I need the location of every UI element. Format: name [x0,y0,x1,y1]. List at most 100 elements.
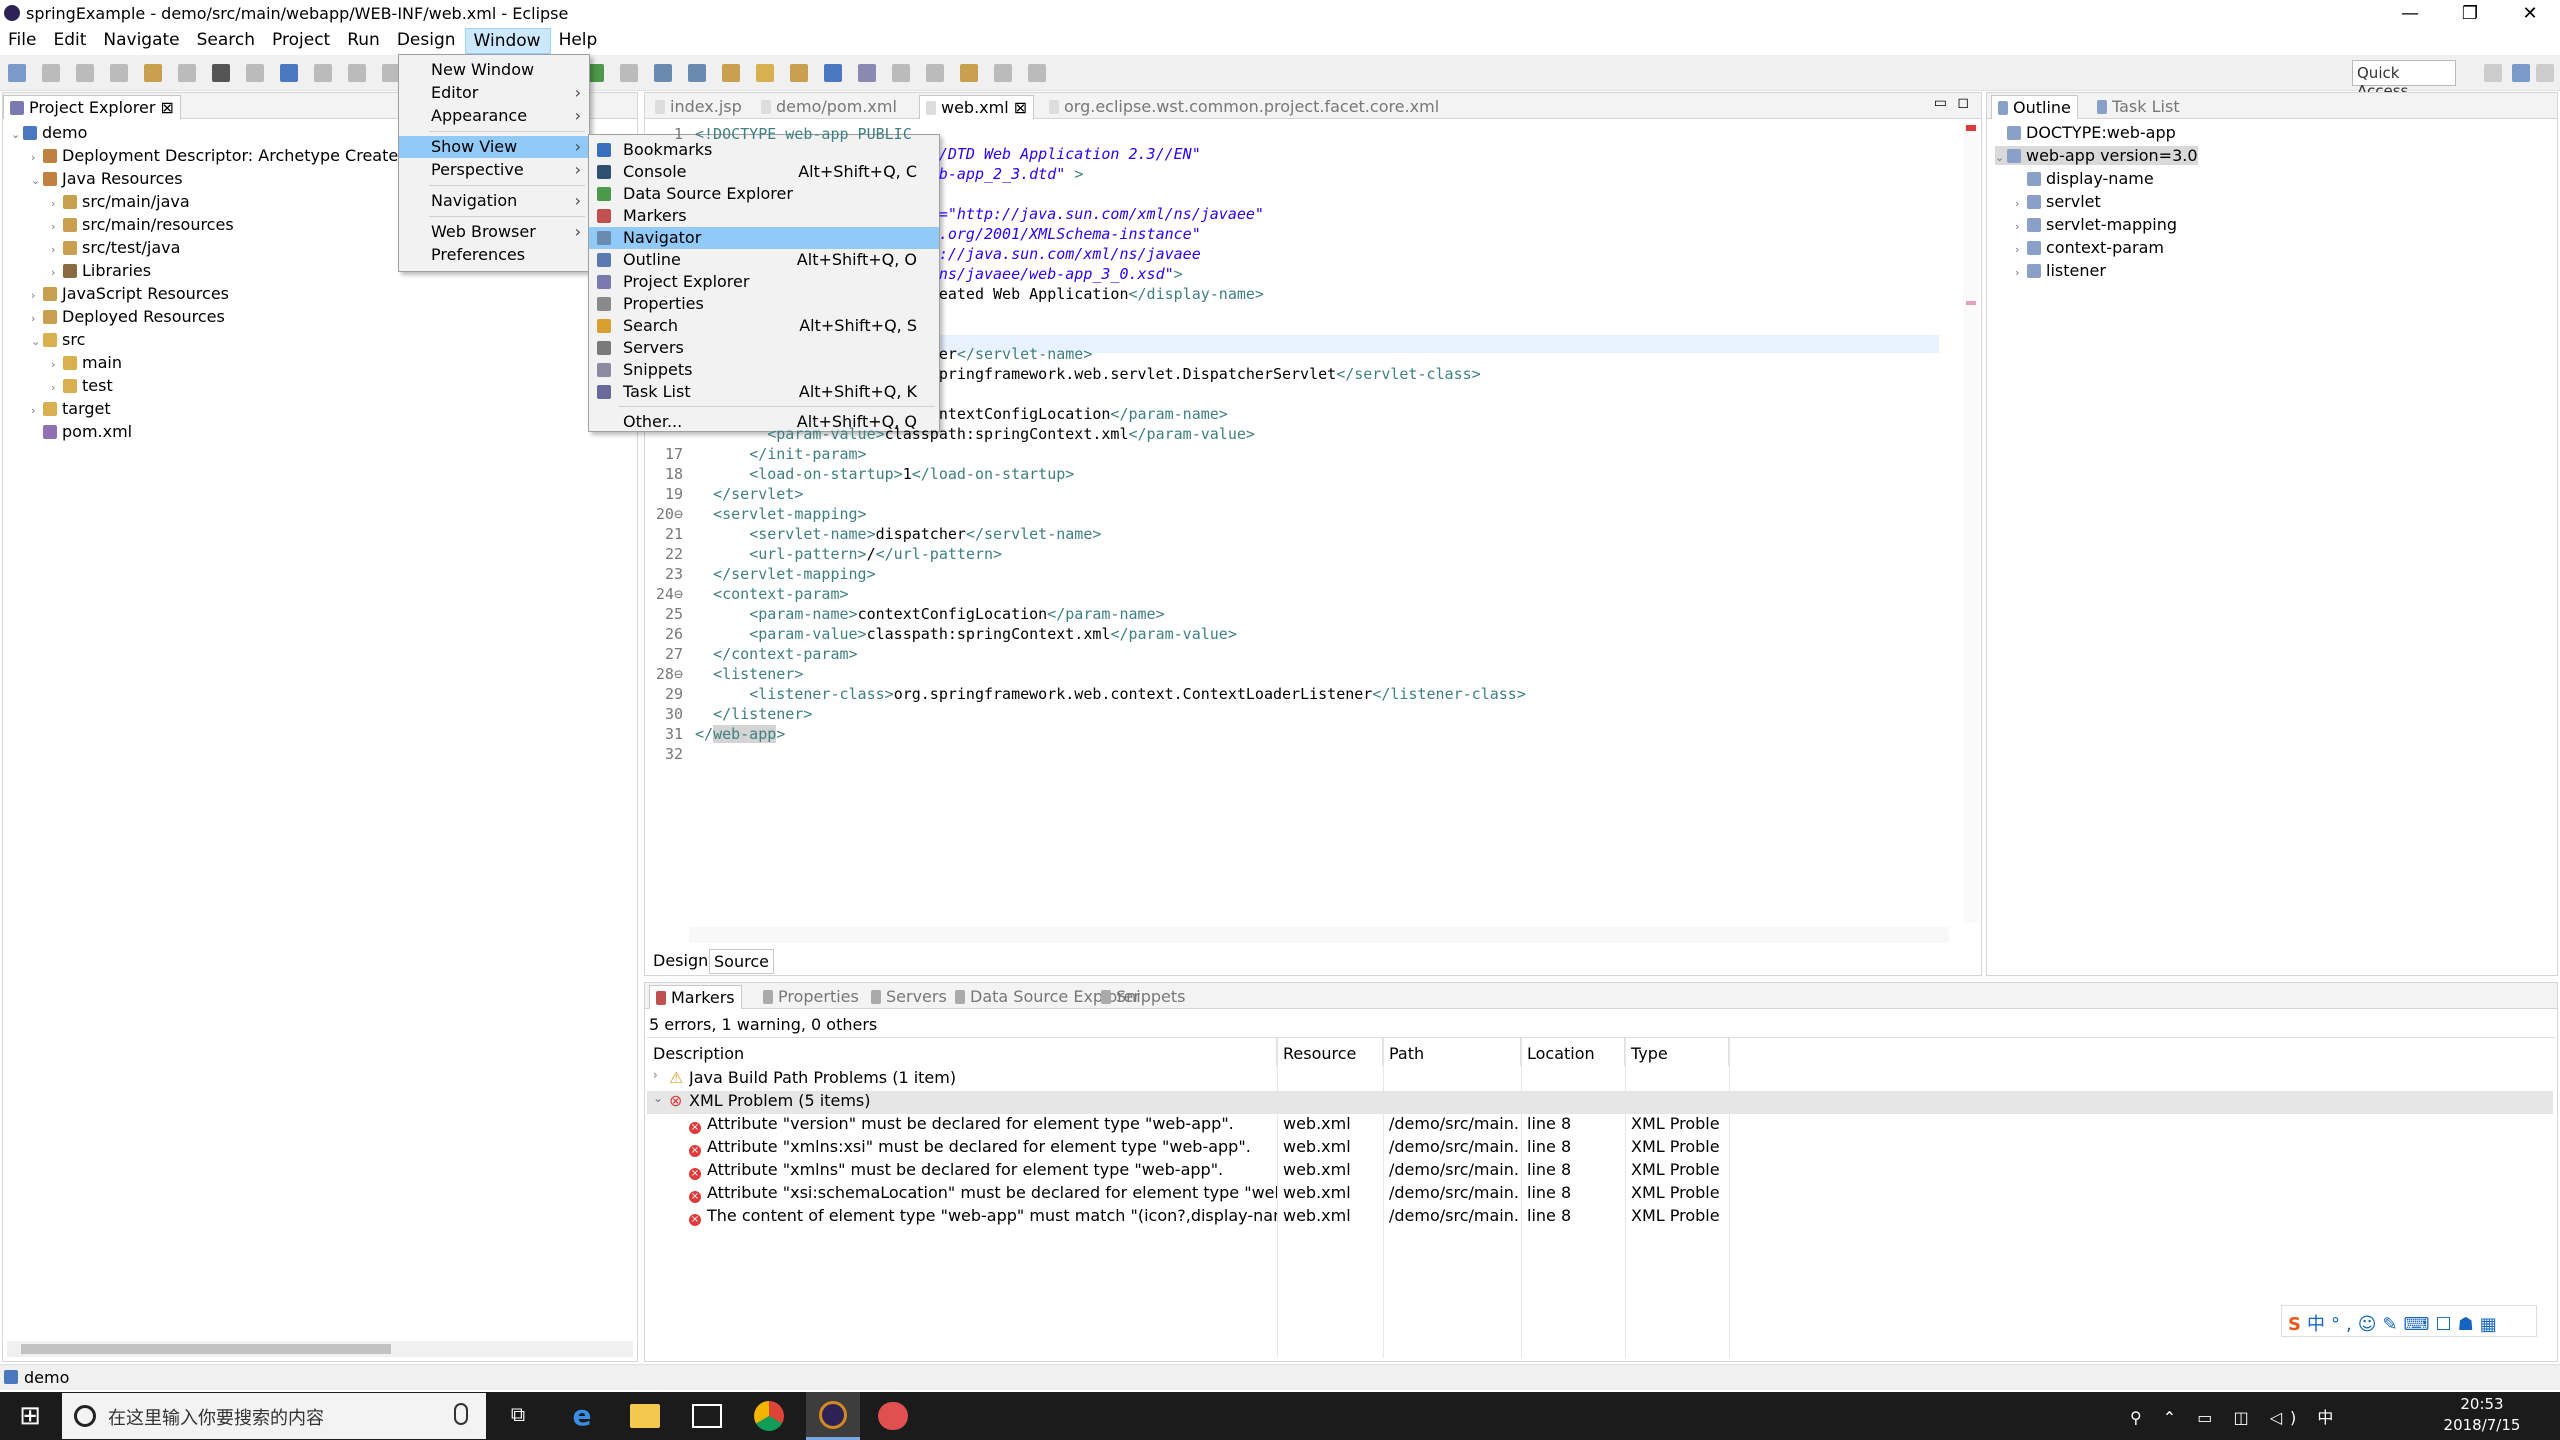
editor-tab[interactable]: org.eclipse.wst.common.project.facet.cor… [1043,95,1445,119]
expand-icon[interactable]: › [31,289,43,302]
menu-item-show-view[interactable]: Show View › [399,136,589,158]
toolbar-button-icon[interactable] [756,64,774,82]
expand-icon[interactable]: › [51,266,63,279]
perspective-icon[interactable] [2536,64,2554,82]
tree-item[interactable]: ⌄ src [31,330,85,349]
column-header[interactable]: Description [647,1038,1277,1066]
editor-tab[interactable]: demo/pom.xml [755,95,903,119]
tree-item[interactable]: › context-param [2015,238,2164,257]
toolbar-button-icon[interactable] [178,64,196,82]
editor-tab[interactable]: web.xml ⊠ [919,95,1035,119]
outline-tab[interactable]: Task List [2091,95,2186,119]
ime-toolbar[interactable]: S中°,☺✎⌨☐☗▦ [2281,1305,2537,1337]
maximize-button[interactable]: ❐ [2440,0,2500,28]
tree-item[interactable]: › JavaScript Resources [31,284,229,303]
start-button[interactable]: ⊞ [0,1392,60,1440]
mail-icon[interactable] [692,1404,722,1428]
tree-item[interactable]: › src/main/resources [51,215,234,234]
chrome-icon[interactable] [754,1401,784,1431]
expand-icon[interactable]: ⌄ [31,335,43,348]
column-header[interactable]: Path [1383,1038,1521,1066]
expand-icon[interactable]: › [31,404,43,417]
editor-tab[interactable]: index.jsp [649,95,748,119]
file-explorer-icon[interactable] [630,1404,660,1428]
close-button[interactable]: ✕ [2500,0,2560,28]
clock-date[interactable]: 2018/7/15 [2432,1416,2532,1434]
app-icon[interactable] [878,1402,908,1430]
tree-item[interactable]: › listener [2015,261,2106,280]
menu-item-new-window[interactable]: New Window [399,59,589,81]
tree-item[interactable]: display-name [2015,169,2154,188]
menu-navigate[interactable]: Navigate [95,28,188,54]
column-header[interactable]: Resource [1277,1038,1383,1066]
scrollbar-thumb[interactable] [21,1344,391,1354]
expand-icon[interactable]: ⌄ [1995,151,2007,164]
expand-icon[interactable]: › [2015,197,2027,210]
toolbar-button-icon[interactable] [110,64,128,82]
horizontal-scrollbar[interactable] [7,1341,633,1357]
menu-item-task-list[interactable]: Task List Alt+Shift+Q, K [589,381,939,403]
eclipse-task-icon[interactable] [806,1392,860,1440]
error-marker[interactable] [1966,125,1976,131]
tree-item[interactable]: › Deployment Descriptor: Archetype Create… [31,146,429,165]
toolbar-button-icon[interactable] [280,64,298,82]
clock-time[interactable]: 20:53 [2432,1395,2532,1413]
bottom-tab[interactable]: Snippets [1095,985,1192,1009]
toolbar-button-icon[interactable] [858,64,876,82]
expand-icon[interactable]: › [653,1068,658,1082]
expand-icon[interactable]: ⌄ [653,1091,663,1105]
expand-icon[interactable]: › [2015,220,2027,233]
minimize-view-icon[interactable]: ▭ [1934,95,1947,111]
tree-item[interactable]: › src/main/java [51,192,190,211]
toolbar-button-icon[interactable] [892,64,910,82]
editor-mode-tab[interactable]: Design [649,949,712,972]
toolbar-button-icon[interactable] [790,64,808,82]
menu-window[interactable]: Window [464,28,551,54]
toolbar-button-icon[interactable] [620,64,638,82]
bottom-tab[interactable]: Markers [649,985,742,1009]
line-marker[interactable] [1966,301,1976,305]
marker-group[interactable]: › ⚠ Java Build Path Problems (1 item) [647,1068,2553,1091]
edge-icon[interactable]: e [566,1400,598,1432]
menu-file[interactable]: File [0,28,45,54]
toolbar-button-icon[interactable] [76,64,94,82]
menu-edit[interactable]: Edit [45,28,95,54]
column-header[interactable]: Location [1521,1038,1625,1066]
menu-item-appearance[interactable]: Appearance › [399,105,589,127]
tree-item[interactable]: ⌄ demo [11,123,87,142]
expand-icon[interactable]: › [51,358,63,371]
toolbar-button-icon[interactable] [994,64,1012,82]
toolbar-button-icon[interactable] [42,64,60,82]
toolbar-button-icon[interactable] [246,64,264,82]
tree-item[interactable]: › servlet [2015,192,2101,211]
tree-item[interactable]: › main [51,353,122,372]
code-area[interactable]: 1 <!DOCTYPE web-app PUBLIC /DTD Web Appli… [649,125,1949,925]
menu-design[interactable]: Design [389,28,465,54]
perspective-icon[interactable] [2484,64,2502,82]
menu-item-search[interactable]: Search Alt+Shift+Q, S [589,315,939,337]
menu-item-editor[interactable]: Editor › [399,82,589,104]
taskbar-search[interactable]: 在这里输入你要搜索的内容 [62,1393,486,1439]
expand-icon[interactable]: › [51,197,63,210]
menu-item-data-source-explorer[interactable]: Data Source Explorer [589,183,939,205]
toolbar-button-icon[interactable] [1028,64,1046,82]
minimize-button[interactable]: — [2380,0,2440,28]
tree-item[interactable]: DOCTYPE:web-app [1995,123,2176,142]
toolbar-button-icon[interactable] [960,64,978,82]
toolbar-button-icon[interactable] [314,64,332,82]
tree-item[interactable]: › Libraries [51,261,151,280]
tree-item[interactable]: › Deployed Resources [31,307,225,326]
editor-hscroll[interactable] [689,927,1949,943]
outline-tab[interactable]: Outline [1991,95,2078,119]
expand-icon[interactable]: › [51,220,63,233]
toolbar-button-icon[interactable] [824,64,842,82]
perspective-icon[interactable] [2512,64,2530,82]
menu-item-perspective[interactable]: Perspective › [399,159,589,181]
tree-item[interactable]: ⌄ web-app version=3.0 [1995,146,2198,165]
tray-icons[interactable]: ⚲ ⌃ ▭ ◫ ◁) 中 [2130,1404,2360,1428]
expand-icon[interactable]: ⌄ [11,128,23,141]
maximize-view-icon[interactable]: ◻ [1957,95,1969,111]
editor-mode-tab[interactable]: Source [709,949,774,974]
toolbar-button-icon[interactable] [688,64,706,82]
tree-item[interactable]: › test [51,376,113,395]
